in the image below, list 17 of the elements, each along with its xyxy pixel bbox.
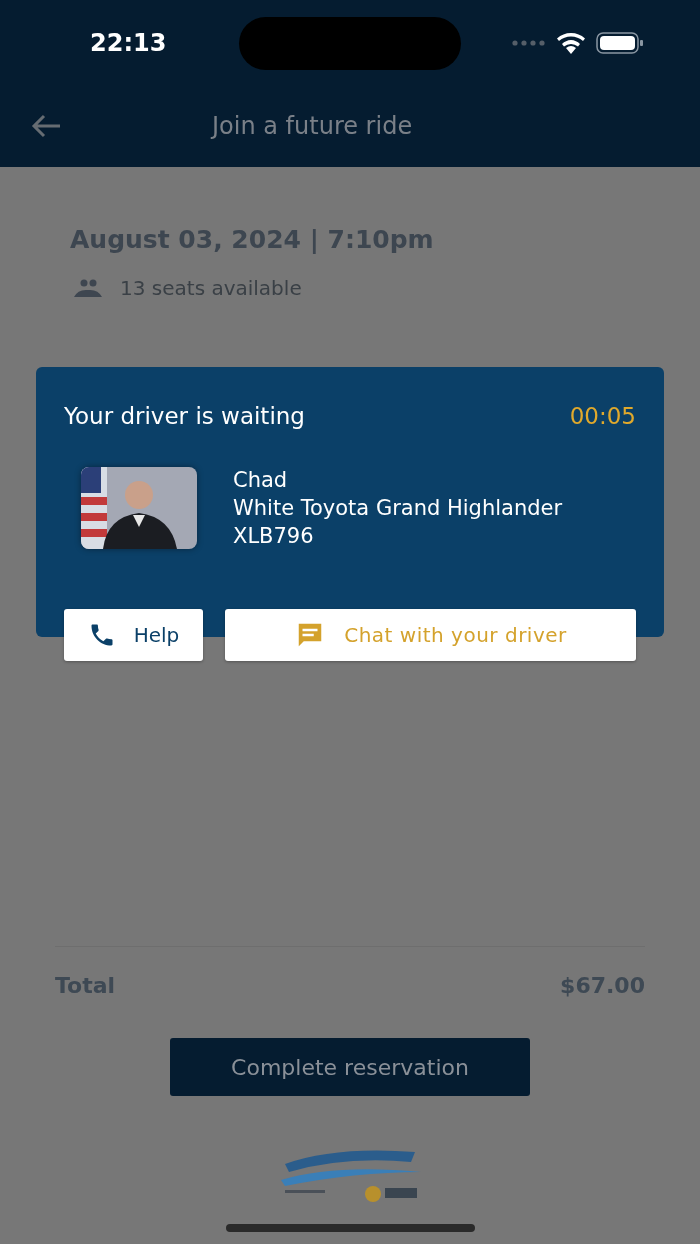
signal-icon [512, 39, 546, 46]
wifi-icon [556, 31, 586, 54]
battery-icon [596, 31, 644, 54]
back-arrow-icon[interactable] [30, 113, 62, 139]
license-plate: XLB796 [233, 524, 315, 548]
seats-available: 13 seats available [120, 276, 302, 300]
total-label: Total [55, 973, 116, 998]
complete-reservation-button[interactable]: Complete reservation [170, 1038, 530, 1096]
dialog-title: Your driver is waiting [64, 403, 305, 429]
ride-date: August 03, 2024 | 7:10pm [70, 225, 435, 254]
wait-timer: 00:05 [569, 403, 636, 429]
total-amount: $67.00 [560, 973, 645, 998]
vehicle-description: White Toyota Grand Highlander [233, 496, 563, 520]
driver-name: Chad [233, 468, 289, 492]
help-button[interactable]: Help [64, 609, 203, 661]
status-time: 22:13 [90, 28, 167, 57]
screen-title: Join a future ride [212, 112, 413, 140]
